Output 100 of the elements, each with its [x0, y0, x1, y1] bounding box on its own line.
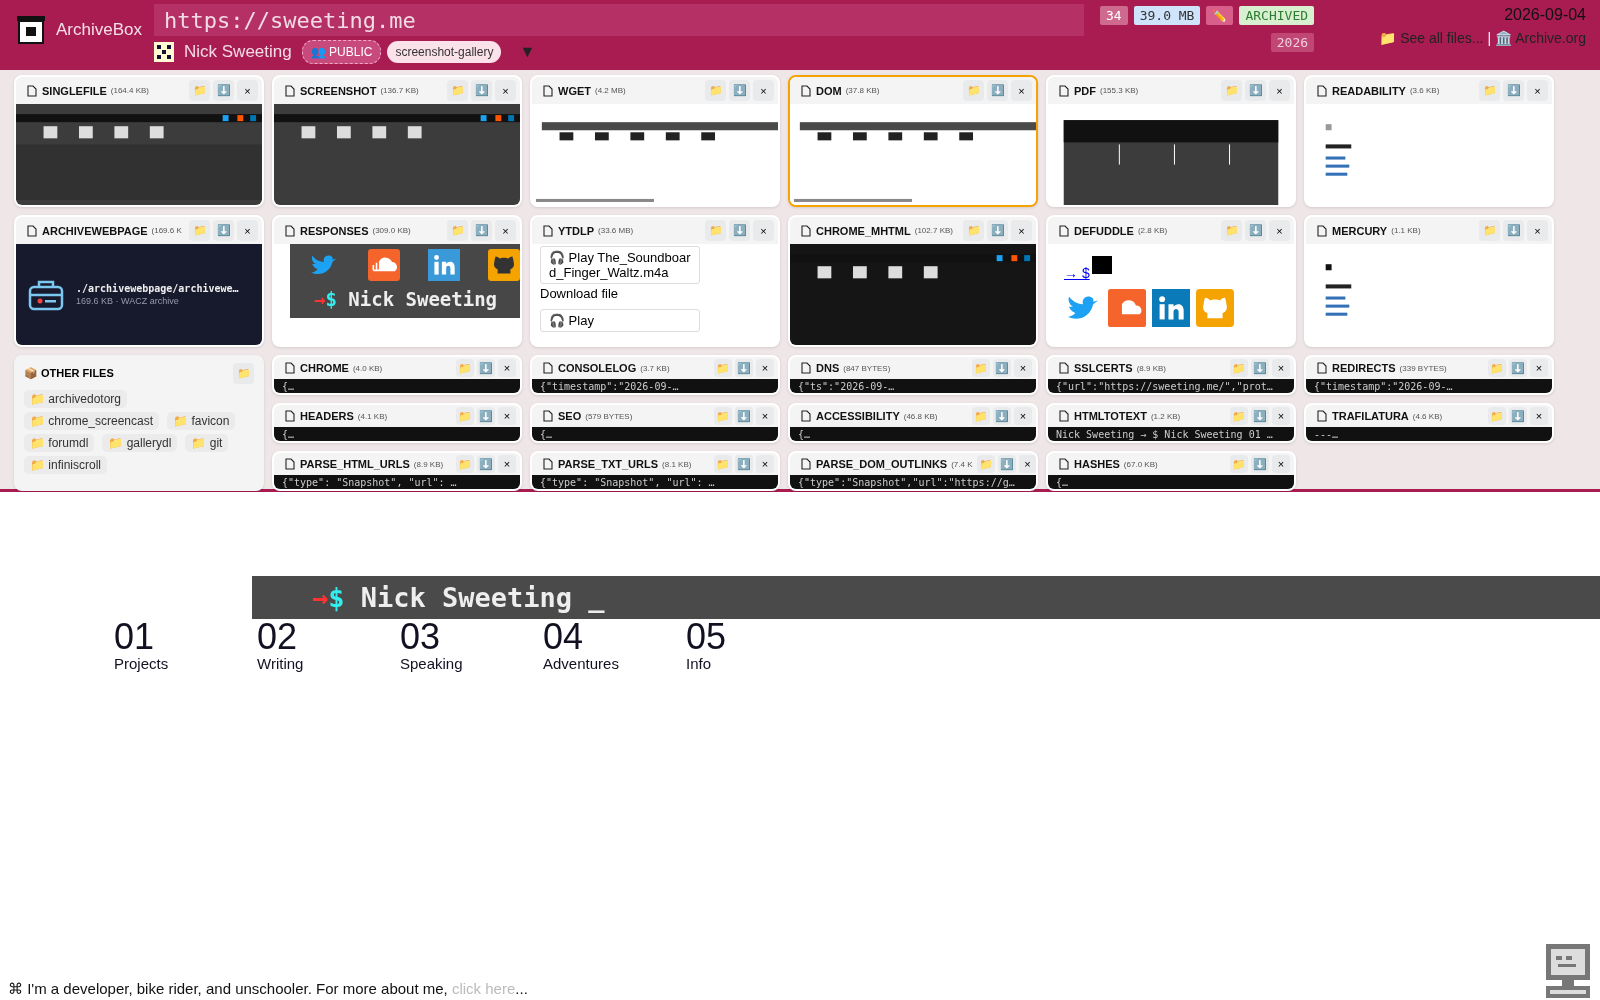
action-button[interactable]: ⬇	[987, 220, 1008, 241]
action-button[interactable]: ⬇	[1245, 220, 1266, 241]
action-button[interactable]: ⬇	[997, 455, 1016, 473]
archive-box-icon[interactable]	[16, 15, 46, 45]
output-card[interactable]: CONSOLELOG (3.7 KB) 📁 ⬇ × {"timestamp":"2026-09-…	[530, 355, 780, 395]
action-button[interactable]: ⬇	[987, 80, 1008, 101]
action-button[interactable]: ×	[753, 220, 774, 241]
url-field[interactable]: https://sweeting.me	[154, 4, 1084, 36]
output-card[interactable]: SSLCERTS (8.9 KB) 📁 ⬇ × {"url":"https://sweeting.me/","prot…	[1046, 355, 1296, 395]
action-button[interactable]: ×	[753, 80, 774, 101]
action-button[interactable]: ⬇	[1245, 80, 1266, 101]
folder-chip[interactable]: 📁 chrome_screencast	[24, 412, 160, 430]
home-link[interactable]: → $	[1064, 265, 1090, 281]
action-button[interactable]: ⬇	[993, 359, 1011, 377]
action-button[interactable]: ⬇	[477, 407, 495, 425]
output-card[interactable]: CHROME_MHTML (102.7 KB) 📁 ⬇ ×	[788, 215, 1038, 347]
output-card[interactable]: DNS (847 BYTES) 📁 ⬇ × {"ts":"2026-09-…	[788, 355, 1038, 395]
action-button[interactable]: ⬇	[1251, 407, 1269, 425]
action-button[interactable]: ×	[1272, 407, 1290, 425]
output-card[interactable]: ACCESSIBILITY (46.8 KB) 📁 ⬇ × {…	[788, 403, 1038, 443]
action-button[interactable]: ⬇	[471, 220, 492, 241]
action-button[interactable]: ⬇	[735, 359, 753, 377]
output-card[interactable]: HTMLTOTEXT (1.2 KB) 📁 ⬇ × Nick Sweeting → $ Nick Sweeting 01 …	[1046, 403, 1296, 443]
action-button[interactable]: ⬇	[1509, 407, 1527, 425]
folder-chip[interactable]: 📁 infiniscroll	[24, 456, 107, 474]
action-button[interactable]: ⬇	[1503, 80, 1524, 101]
action-button[interactable]: ×	[237, 80, 258, 101]
action-button[interactable]: ⬇	[993, 407, 1011, 425]
action-button[interactable]: ×	[498, 359, 516, 377]
action-button[interactable]: ⬇	[729, 220, 750, 241]
tag-chip[interactable]: screenshot-gallery	[387, 41, 502, 63]
nav-link[interactable]: 05 Info	[686, 619, 829, 672]
action-button[interactable]: ×	[1269, 80, 1290, 101]
action-button[interactable]: ×	[756, 407, 774, 425]
output-card[interactable]: WGET (4.2 MB) 📁 ⬇ ×	[530, 75, 780, 207]
action-button[interactable]: ×	[756, 455, 774, 473]
action-button[interactable]: ×	[1272, 455, 1290, 473]
action-button[interactable]: ×	[1530, 407, 1548, 425]
folder-chip[interactable]: 📁 favicon	[167, 412, 236, 430]
action-button[interactable]: ⬇	[477, 359, 495, 377]
play-button[interactable]: 🎧 Play	[540, 309, 700, 332]
action-button[interactable]: ×	[1011, 220, 1032, 241]
download-link[interactable]: Download file	[540, 286, 619, 301]
output-card[interactable]: YTDLP (33.6 MB) 📁 ⬇ × 🎧 Play The_Soundboard_Finger_Waltz.m4a Download file 🎧 Play	[530, 215, 780, 347]
square-icon[interactable]	[1152, 289, 1190, 327]
output-card[interactable]: CHROME (4.0 KB) 📁 ⬇ × {…	[272, 355, 522, 395]
action-button[interactable]: ⬇	[729, 80, 750, 101]
output-card[interactable]: DOM (37.8 KB) 📁 ⬇ ×	[788, 75, 1038, 207]
output-card[interactable]: HEADERS (4.1 KB) 📁 ⬇ × {…	[272, 403, 522, 443]
action-button[interactable]: ×	[756, 359, 774, 377]
play-button[interactable]: 🎧 Play The_Soundboard_Finger_Waltz.m4a	[540, 246, 700, 284]
action-button[interactable]: ⬇	[213, 220, 234, 241]
output-card[interactable]: ARCHIVEWEBPAGE (169.6 K 📁 ⬇ × ./archivewebpage/archivewe… 169.6 KB · WACZ archive	[14, 215, 264, 347]
action-button[interactable]: ×	[1527, 220, 1548, 241]
action-button[interactable]: ⬇	[1509, 359, 1527, 377]
output-card[interactable]: SCREENSHOT (136.7 KB) 📁 ⬇ ×	[272, 75, 522, 207]
action-button[interactable]: ×	[498, 407, 516, 425]
output-card[interactable]: PARSE_DOM_OUTLINKS (7.4 K 📁 ⬇ × {"type":"Snapshot","url":"https://g…	[788, 451, 1038, 491]
nav-link[interactable]: 01 Projects	[114, 619, 257, 672]
cloud-icon[interactable]	[1108, 289, 1146, 327]
output-card[interactable]: SEO (579 BYTES) 📁 ⬇ × {…	[530, 403, 780, 443]
action-button[interactable]: ×	[1018, 455, 1036, 473]
folder-chip[interactable]: 📁 gallerydl	[102, 434, 178, 452]
output-card[interactable]: READABILITY (3.6 KB) 📁 ⬇ ×	[1304, 75, 1554, 207]
public-tag[interactable]: 👥 PUBLIC	[301, 40, 382, 64]
folder-chip[interactable]: 📁 archivedotorg	[24, 390, 128, 408]
output-card[interactable]: REDIRECTS (339 BYTES) 📁 ⬇ × {"timestamp":"2026-09-…	[1304, 355, 1554, 395]
action-button[interactable]: ×	[495, 80, 516, 101]
action-button[interactable]: ⬇	[471, 80, 492, 101]
action-button[interactable]: ⬇	[735, 455, 753, 473]
action-button[interactable]: ⬇	[1251, 359, 1269, 377]
output-card[interactable]: PARSE_HTML_URLS (8.9 KB) 📁 ⬇ × {"type": "Snapshot", "url": …	[272, 451, 522, 491]
action-button[interactable]: ⬇	[213, 80, 234, 101]
action-button[interactable]: ⬇	[1251, 455, 1269, 473]
action-button[interactable]: ×	[498, 455, 516, 473]
action-button[interactable]: ⬇	[1503, 220, 1524, 241]
cat-icon[interactable]	[1196, 289, 1234, 327]
output-card[interactable]: DEFUDDLE (2.8 KB) 📁 ⬇ × → $	[1046, 215, 1296, 347]
action-button[interactable]: ×	[495, 220, 516, 241]
output-card[interactable]: SINGLEFILE (164.4 KB) 📁 ⬇ ×	[14, 75, 264, 207]
output-card[interactable]: HASHES (67.0 KB) 📁 ⬇ × {…	[1046, 451, 1296, 491]
output-card[interactable]: PDF (155.3 KB) 📁 ⬇ ×	[1046, 75, 1296, 207]
nav-link[interactable]: 02 Writing	[257, 619, 400, 672]
nav-link[interactable]: 03 Speaking	[400, 619, 543, 672]
action-button[interactable]: ×	[1014, 407, 1032, 425]
output-card[interactable]: PARSE_TXT_URLS (8.1 KB) 📁 ⬇ × {"type": "Snapshot", "url": …	[530, 451, 780, 491]
action-button[interactable]: ×	[1530, 359, 1548, 377]
action-button[interactable]: ×	[1011, 80, 1032, 101]
nav-link[interactable]: 04 Adventures	[543, 619, 686, 672]
output-card[interactable]: MERCURY (1.1 KB) 📁 ⬇ ×	[1304, 215, 1554, 347]
action-button[interactable]: ×	[237, 220, 258, 241]
action-button[interactable]: ×	[1014, 359, 1032, 377]
action-button[interactable]: ×	[1272, 359, 1290, 377]
app-name[interactable]: ArchiveBox	[56, 20, 142, 40]
action-button[interactable]: ×	[1527, 80, 1548, 101]
folder-chip[interactable]: 📁 git	[185, 434, 229, 452]
output-card[interactable]: RESPONSES (309.0 KB) 📁 ⬇ × →$ Nick Sweeting	[272, 215, 522, 347]
folder-chip[interactable]: 📁 forumdl	[24, 434, 95, 452]
action-button[interactable]: ×	[1269, 220, 1290, 241]
action-button[interactable]: ⬇	[735, 407, 753, 425]
